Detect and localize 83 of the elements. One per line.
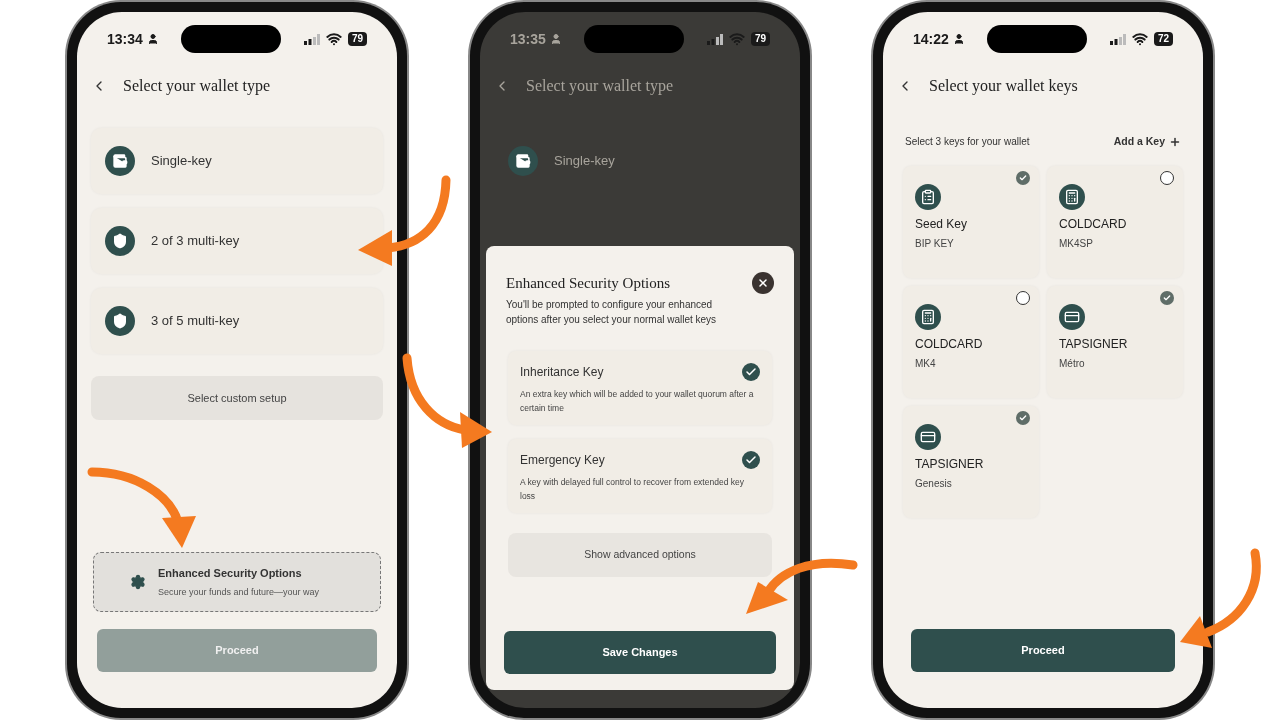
key-type: BIP KEY [915,236,955,251]
signal-icon [303,33,320,45]
wallet-option[interactable]: Single-key [91,128,383,194]
option-checkbox[interactable] [742,450,760,469]
advanced-options-button[interactable]: Show advanced options [508,532,772,577]
key-checkbox[interactable] [1160,170,1174,185]
key-type: Métro [1059,356,1086,371]
person-icon [952,33,965,45]
shield-icon [105,226,135,256]
clipboard-icon [915,183,941,210]
key-checkbox[interactable] [1016,290,1030,305]
option-label: 3 of 5 multi-key [151,312,240,331]
check-icon [745,365,757,378]
check-icon [745,453,757,466]
key-card[interactable]: Seed Key BIP KEY [903,165,1039,278]
option-title: Inheritance Key [520,363,604,381]
wallet-icon [105,146,135,176]
security-option-card[interactable]: Inheritance Key An extra key which will be added to your wallet quorum after a certain time [508,350,772,425]
option-label: 2 of 3 multi-key [151,232,240,251]
wifi-icon [1131,31,1148,47]
wallet-option[interactable]: 3 of 5 multi-key [91,288,383,354]
option-description: An extra key which will be added to your wallet quorum after a certain time [520,387,755,415]
key-name: COLDCARD [915,335,984,353]
option-label: Single-key [554,152,615,171]
key-type: MK4 [915,356,937,371]
check-icon [1163,293,1171,302]
status-time: 13:34 [107,29,143,49]
save-button[interactable]: Save Changes [504,631,776,674]
key-checkbox[interactable] [1016,170,1030,185]
screen-title: Select your wallet type [526,76,674,97]
card-icon [1059,303,1085,330]
battery-level: 79 [347,32,367,46]
option-checkbox[interactable] [742,362,760,381]
key-card[interactable]: COLDCARD MK4SP [1047,165,1183,278]
battery-level: 79 [750,32,770,46]
add-key-button[interactable]: Add a Key [1113,134,1181,150]
signal-icon [1109,33,1126,45]
wifi-icon [728,31,745,47]
close-icon [757,277,769,289]
key-name: Seed Key [915,215,969,233]
key-card[interactable]: COLDCARD MK4 [903,285,1039,398]
option-description: A key with delayed full control to recover from extended key loss [520,475,745,503]
key-checkbox[interactable] [1016,410,1030,425]
battery-level: 72 [1153,32,1173,46]
key-card[interactable]: TAPSIGNER Genesis [903,405,1039,518]
custom-setup-button[interactable]: Select custom setup [91,376,383,420]
plus-icon [1169,135,1181,148]
enhanced-security-card[interactable]: Enhanced Security Options Secure your funds and future—your way [93,552,381,612]
shield-icon [105,306,135,336]
key-checkbox[interactable] [1160,290,1174,305]
wallet-option[interactable]: Single-key [494,128,786,194]
check-icon [1019,173,1027,182]
proceed-button[interactable]: Proceed [911,629,1175,672]
key-card[interactable]: TAPSIGNER Métro [1047,285,1183,398]
key-type: Genesis [915,476,953,491]
card-subtitle: Secure your funds and future—your way [158,585,320,599]
settings-icon [130,574,146,590]
card-icon [915,423,941,450]
screen-title: Select your wallet keys [929,76,1078,97]
card-title: Enhanced Security Options [158,566,303,581]
person-icon [549,33,562,45]
sheet-description: You'll be prompted to configure your enhanced options after you select your normal wallet keys [506,297,718,327]
device-icon [1059,183,1085,210]
key-type: MK4SP [1059,236,1094,251]
wallet-option[interactable]: 2 of 3 multi-key [91,208,383,274]
sheet-title: Enhanced Security Options [506,274,671,293]
status-time: 14:22 [913,29,949,49]
option-title: Emergency Key [520,451,605,469]
screen-title: Select your wallet type [123,76,271,97]
status-time: 13:35 [510,29,546,49]
key-name: TAPSIGNER [915,455,985,473]
check-icon [1019,413,1027,422]
wallet-icon [508,146,538,176]
person-icon [146,33,159,45]
close-button[interactable] [752,272,774,294]
wifi-icon [325,31,342,47]
key-name: COLDCARD [1059,215,1128,233]
security-option-card[interactable]: Emergency Key A key with delayed full control to recover from extended key loss [508,438,772,513]
key-name: TAPSIGNER [1059,335,1129,353]
signal-icon [706,33,723,45]
option-label: Single-key [151,152,212,171]
keys-hint: Select 3 keys for your wallet [905,135,1030,150]
device-icon [915,303,941,330]
